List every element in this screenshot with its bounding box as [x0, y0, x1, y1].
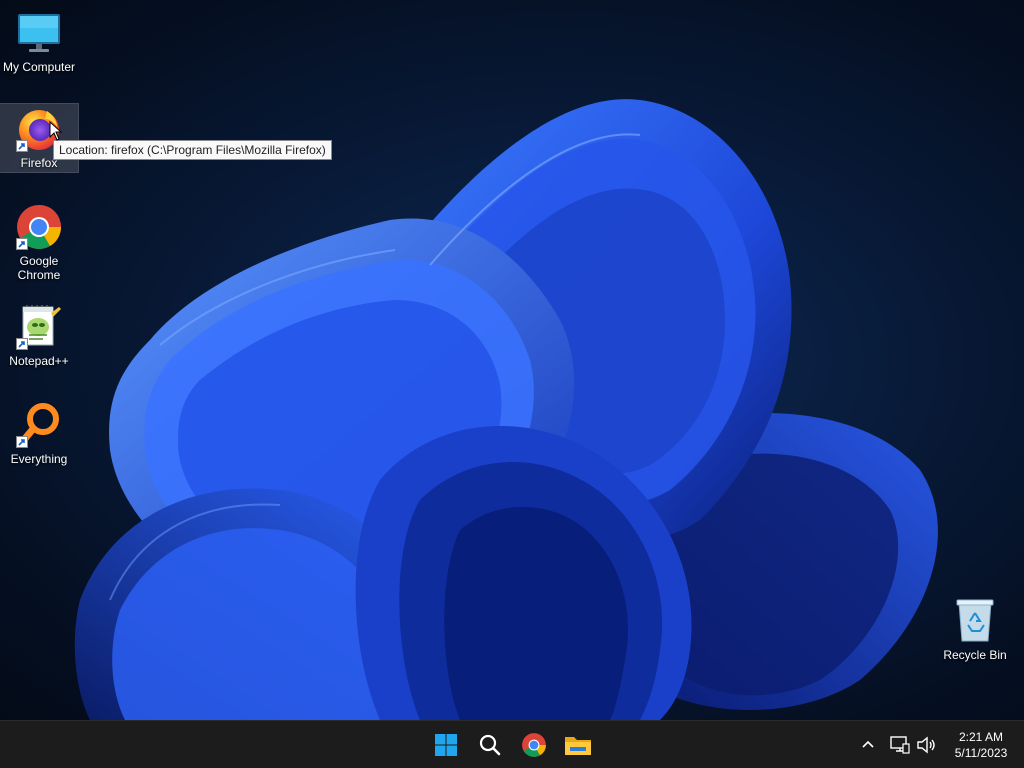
- desktop-icon-label: Recycle Bin: [943, 648, 1007, 662]
- desktop-icon-recycle-bin[interactable]: Recycle Bin: [936, 596, 1014, 664]
- chrome-icon: [522, 733, 546, 757]
- show-hidden-icons-button[interactable]: [856, 733, 880, 757]
- taskbar: 2:21 AM 5/11/2023: [0, 720, 1024, 768]
- desktop-icon-label: Google Chrome: [17, 254, 61, 282]
- network-icon: [890, 736, 910, 754]
- notepadpp-icon: [14, 302, 64, 352]
- clock[interactable]: 2:21 AM 5/11/2023: [940, 729, 1022, 761]
- clock-time: 2:21 AM: [958, 730, 1004, 744]
- search-icon: [479, 734, 501, 756]
- tooltip: Location: firefox (C:\Program Files\Mozi…: [53, 140, 332, 160]
- shortcut-arrow-icon: [16, 436, 28, 448]
- chevron-up-icon: [862, 740, 874, 748]
- everything-icon: [14, 400, 64, 450]
- desktop-icon-notepadpp[interactable]: Notepad++: [0, 302, 78, 370]
- desktop-icon-everything[interactable]: Everything: [0, 400, 78, 468]
- shortcut-arrow-icon: [16, 238, 28, 250]
- wallpaper-bloom: [74, 99, 938, 720]
- volume-icon: [917, 736, 935, 754]
- folder-icon: [565, 737, 591, 755]
- mouse-cursor-icon: [49, 121, 63, 141]
- clock-date: 5/11/2023: [954, 746, 1008, 760]
- shortcut-arrow-icon: [16, 140, 28, 152]
- recycle-bin-icon: [950, 596, 1000, 646]
- desktop-icon-firefox[interactable]: Firefox: [0, 103, 79, 173]
- search-button[interactable]: [470, 725, 510, 765]
- desktop-icon-my-computer[interactable]: My Computer: [0, 8, 78, 76]
- start-button[interactable]: [426, 725, 466, 765]
- file-explorer-button[interactable]: [558, 725, 598, 765]
- desktop[interactable]: My Computer Firefox Google Chrome Notepa…: [0, 0, 1024, 720]
- taskbar-chrome-button[interactable]: [514, 725, 554, 765]
- desktop-icon-label: Everything: [10, 452, 68, 466]
- monitor-icon: [14, 8, 64, 58]
- desktop-icon-label: Notepad++: [9, 354, 69, 368]
- shortcut-arrow-icon: [16, 338, 28, 350]
- volume-button[interactable]: [914, 733, 938, 757]
- desktop-icon-label: My Computer: [2, 60, 76, 74]
- desktop-icon-google-chrome[interactable]: Google Chrome: [0, 202, 78, 286]
- windows-start-icon: [435, 734, 457, 756]
- chrome-icon: [14, 202, 64, 252]
- network-button[interactable]: [888, 733, 912, 757]
